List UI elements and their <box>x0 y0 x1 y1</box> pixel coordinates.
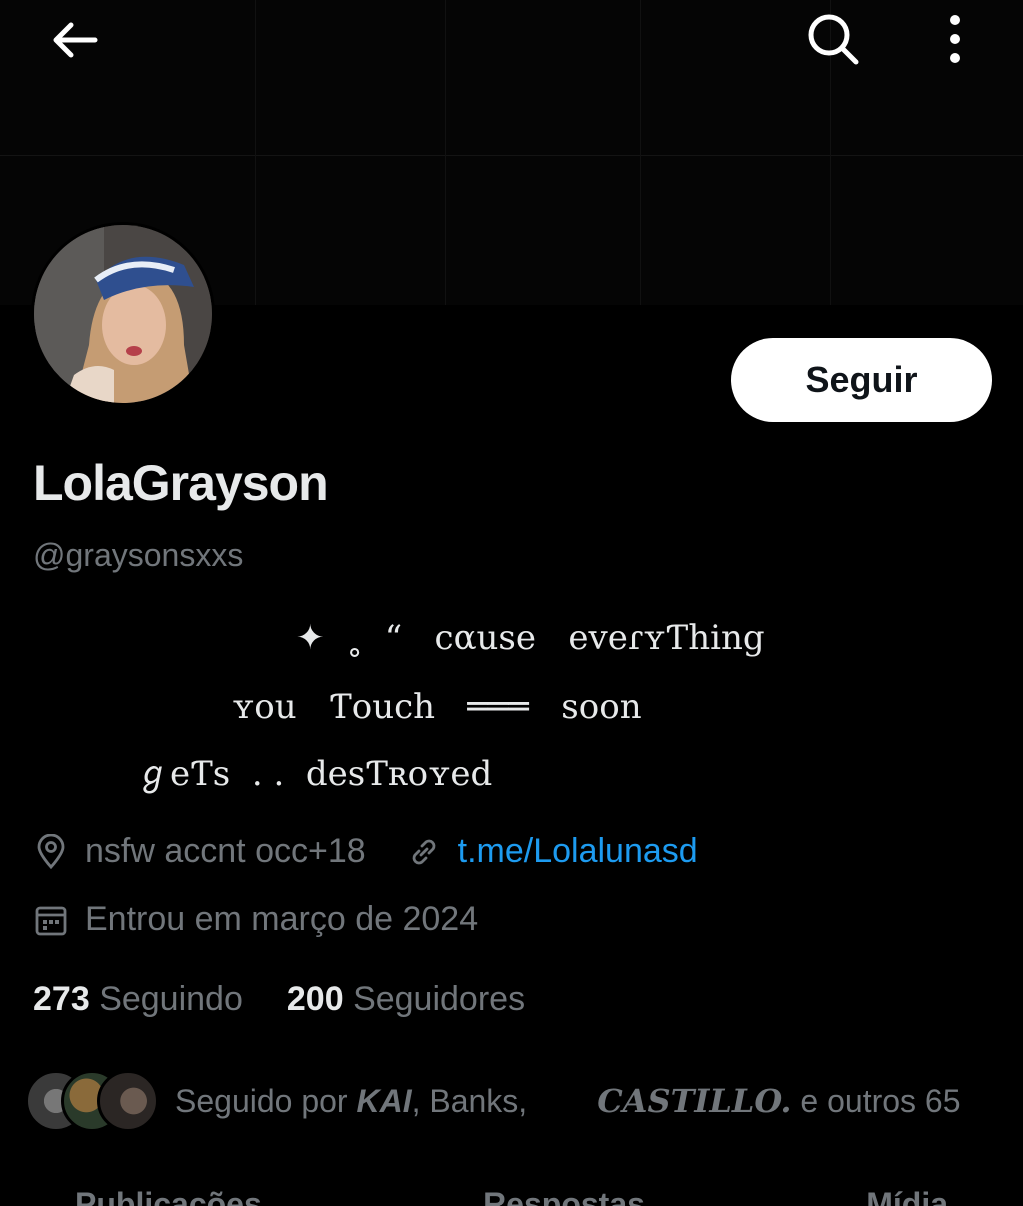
more-button[interactable] <box>930 8 980 70</box>
profile-link[interactable]: t.me/Lolalunasd <box>458 832 698 871</box>
tab-posts[interactable]: Publicações <box>75 1186 262 1206</box>
tab-media[interactable]: Mídia <box>866 1186 948 1206</box>
tab-replies[interactable]: Respostas <box>483 1186 645 1206</box>
followed-by-sep: , <box>411 1082 421 1119</box>
followed-by-prefix: Seguido por <box>175 1082 348 1119</box>
profile-avatar[interactable] <box>31 222 215 406</box>
profile-stats: 273 Seguindo 200 Seguidores <box>33 980 525 1019</box>
bio-line-2: ʏou Ƭouch ═══ soon <box>232 687 642 727</box>
followed-by-suffix: e outros 65 <box>800 1082 961 1119</box>
link-icon <box>406 834 442 870</box>
joined-date: Entrou em março de 2024 <box>85 900 479 938</box>
profile-tabs: Publicações Respostas Mídia <box>0 1186 1023 1206</box>
avatar-image <box>34 225 212 403</box>
followers-stat[interactable]: 200 Seguidores <box>287 980 525 1019</box>
followers-count: 200 <box>286 980 344 1018</box>
followers-label: Seguidores <box>353 980 526 1018</box>
user-handle: @graysonsxxs <box>33 537 244 573</box>
search-icon <box>808 14 859 65</box>
bio-line-3: ℊeƬs . . desƬʀoʏed <box>136 754 493 794</box>
banner-grid-line <box>445 0 446 305</box>
followed-by-name-3: CASTILLO. <box>597 1082 792 1120</box>
follower-avatar <box>97 1070 159 1132</box>
follow-button[interactable]: Seguir <box>731 338 992 422</box>
calendar-icon <box>33 902 69 938</box>
location-pin-icon <box>33 833 69 870</box>
following-label: Seguindo <box>99 980 243 1018</box>
display-name: LolaGrayson <box>33 455 329 511</box>
more-vertical-icon <box>950 15 960 63</box>
search-button[interactable] <box>800 8 866 70</box>
followed-by-name-2: Banks, <box>429 1082 528 1119</box>
back-button[interactable] <box>42 12 106 68</box>
location-text: nsfw accnt occ+18 <box>85 832 366 870</box>
followed-by[interactable]: Seguido por KAI, Banks, CASTILLO. e outr… <box>25 1070 961 1132</box>
banner-grid-line <box>255 0 256 305</box>
banner-grid-line <box>640 0 641 305</box>
arrow-left-icon <box>53 22 98 58</box>
followed-by-name-1: KAI <box>356 1082 412 1119</box>
bio-line-1: ✦ ˳ “ cαuse eveɾʏƬhing <box>296 618 765 658</box>
following-count: 273 <box>33 980 90 1018</box>
following-stat[interactable]: 273 Seguindo <box>33 980 243 1019</box>
joined-row: Entrou em março de 2024 <box>33 900 478 939</box>
profile-meta-row: nsfw accnt occ+18 t.me/Lolalunasd <box>33 832 698 871</box>
banner-grid-line <box>0 155 1023 156</box>
